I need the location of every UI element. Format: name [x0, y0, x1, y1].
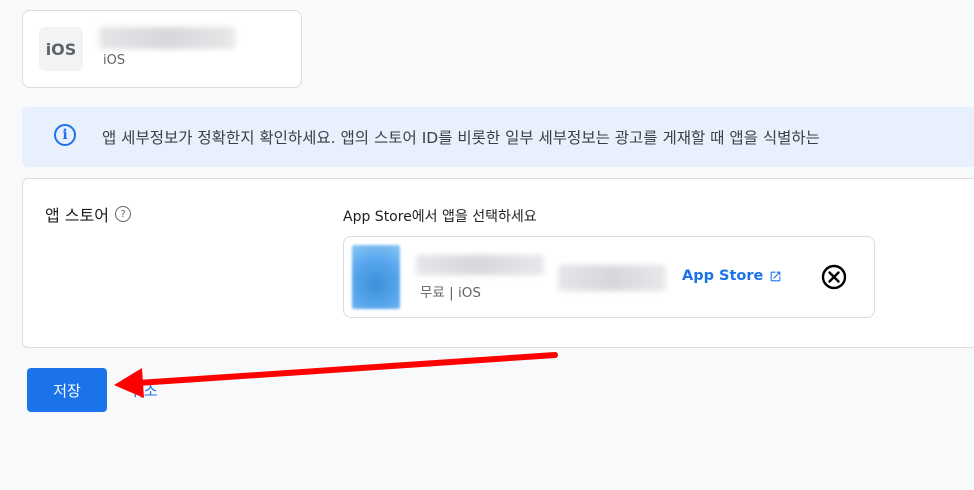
selected-app-card: 무료 | iOS App Store	[343, 236, 875, 318]
close-circle-icon	[821, 264, 847, 290]
remove-app-button[interactable]	[820, 263, 848, 291]
cancel-button[interactable]: 취소	[130, 380, 158, 401]
platform-label: iOS	[103, 53, 126, 68]
platform-card: iOS iOS	[22, 10, 302, 88]
select-app-prompt: App Store에서 앱을 선택하세요	[343, 209, 537, 225]
app-name-redacted	[99, 27, 235, 49]
info-banner-text: 앱 세부정보가 정확한지 확인하세요. 앱의 스토어 ID를 비롯한 일부 세부…	[102, 129, 820, 147]
app-store-label-text: 앱 스토어	[45, 206, 109, 225]
app-store-link-label: App Store	[682, 268, 764, 284]
app-store-section: 앱 스토어 ? App Store에서 앱을 선택하세요 무료 | iOS Ap…	[22, 178, 974, 348]
app-store-link[interactable]: App Store	[682, 268, 782, 284]
app-thumbnail	[352, 245, 400, 309]
ios-platform-icon: iOS	[39, 27, 83, 71]
info-icon: i	[54, 124, 76, 146]
save-button[interactable]: 저장	[27, 368, 107, 412]
external-link-icon	[770, 271, 781, 281]
help-icon[interactable]: ?	[114, 206, 131, 222]
app-store-label: 앱 스토어 ?	[45, 202, 131, 226]
info-banner: i 앱 세부정보가 정확한지 확인하세요. 앱의 스토어 ID를 비롯한 일부 …	[22, 107, 974, 167]
developer-redacted	[558, 265, 666, 291]
app-meta: 무료 | iOS	[420, 285, 481, 301]
app-title-redacted	[416, 255, 544, 275]
